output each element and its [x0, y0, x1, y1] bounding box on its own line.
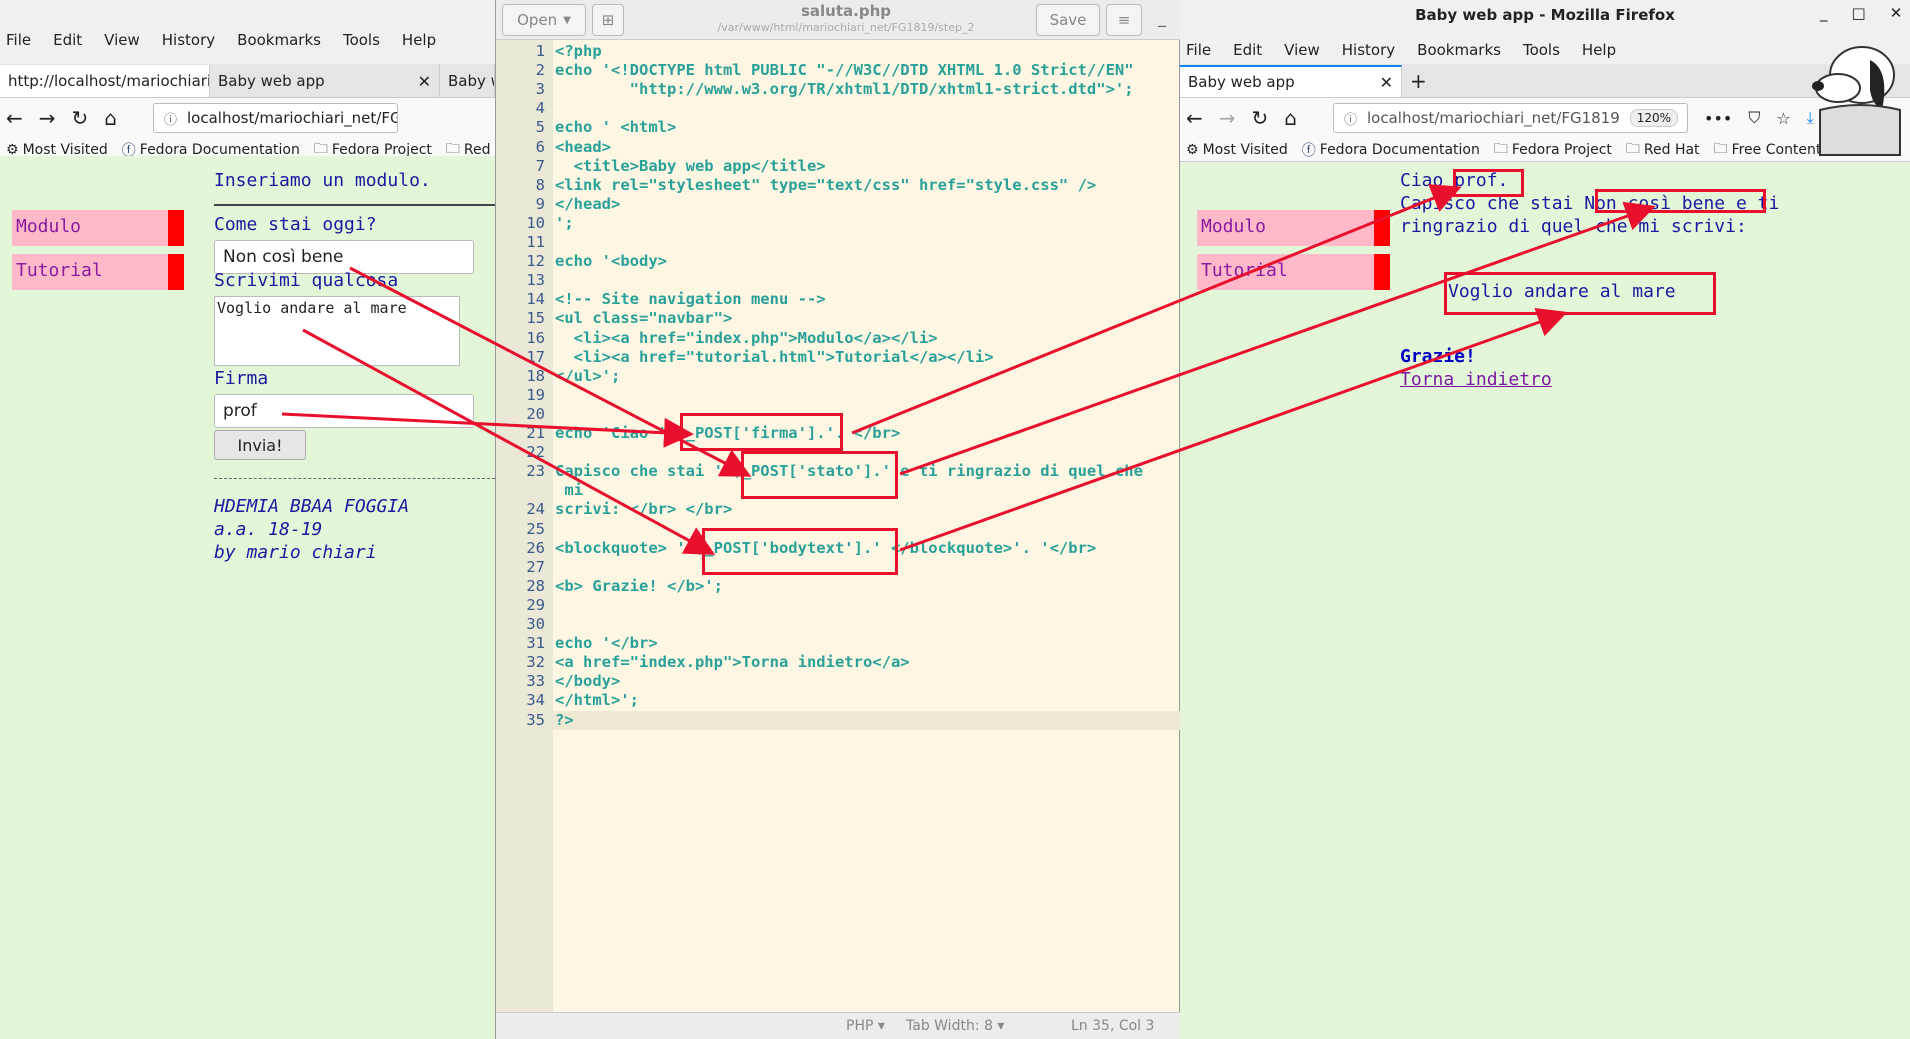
arrow-stato-out — [899, 201, 1656, 476]
annotation-arrows — [281, 184, 1656, 555]
arrow-bodytext-out — [899, 307, 1568, 552]
arrow-bodytext-in — [302, 328, 716, 555]
arrow-firma-out — [851, 184, 1462, 435]
arrow-firma-in — [281, 412, 694, 448]
arrow-stato-in — [349, 266, 752, 477]
